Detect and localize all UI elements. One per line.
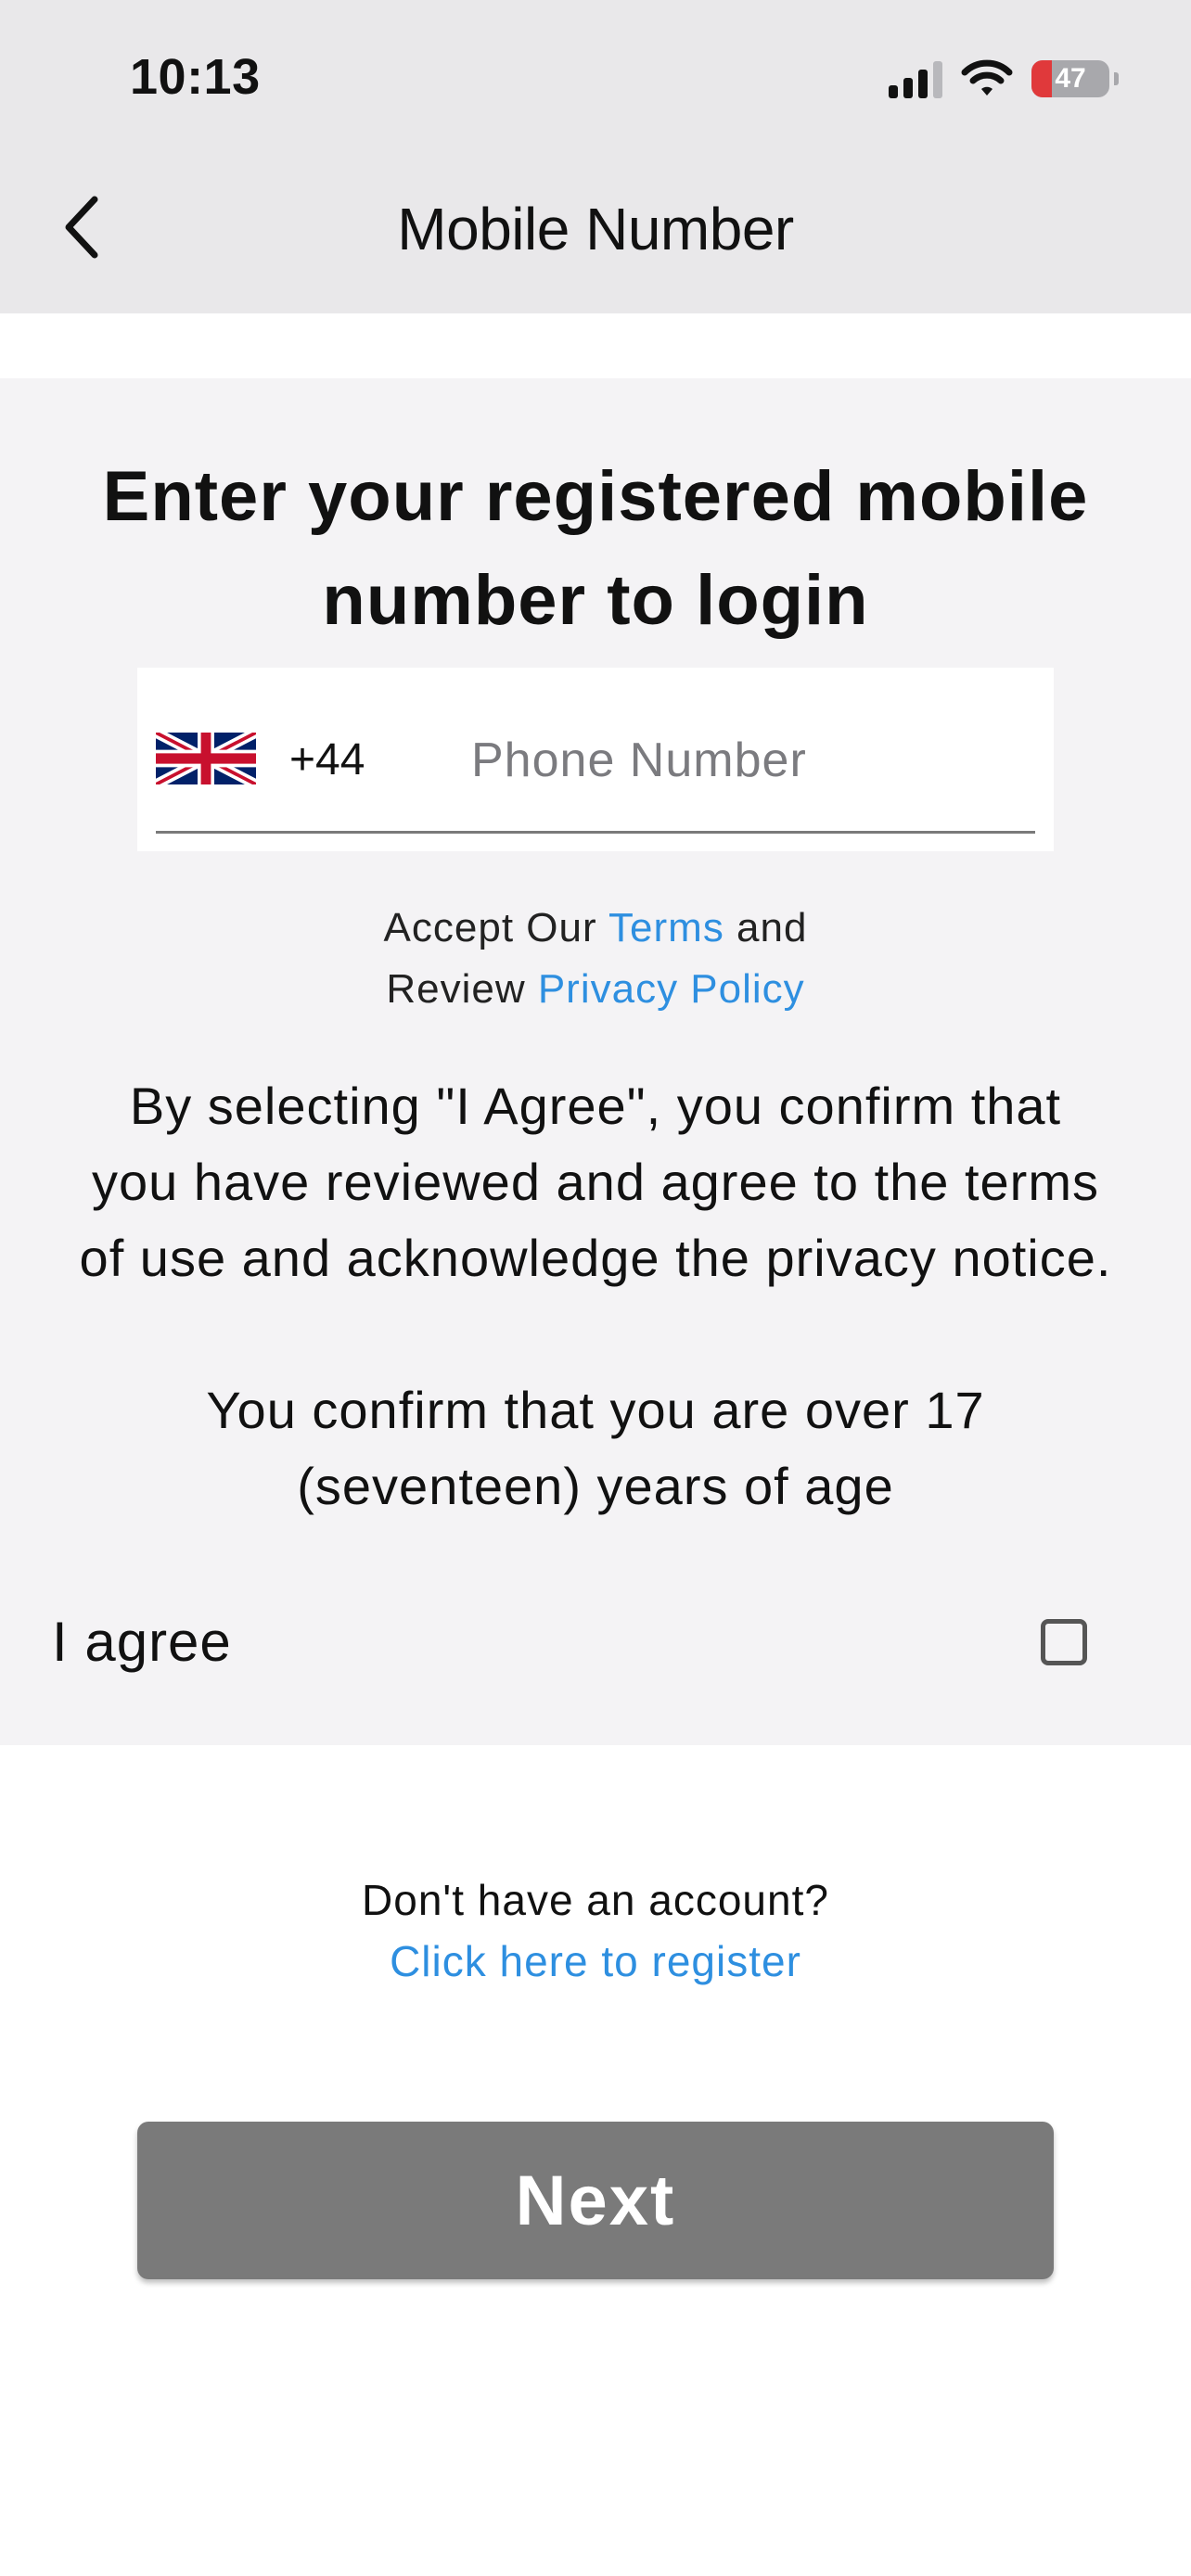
age-line1: You confirm that you are over 17: [206, 1381, 985, 1439]
terms-line: Accept Our Terms and: [0, 898, 1191, 959]
phone-number-input[interactable]: [471, 723, 1018, 797]
cellular-signal-icon: [889, 59, 942, 98]
country-code[interactable]: +44: [289, 734, 365, 785]
consent-line3: of use and acknowledge the privacy notic…: [79, 1229, 1112, 1287]
battery-icon: 47: [1031, 60, 1119, 97]
app-header: 10:13 47 Mobile Number: [0, 0, 1191, 313]
next-button[interactable]: Next: [137, 2122, 1054, 2279]
privacy-policy-link[interactable]: Privacy Policy: [538, 966, 805, 1012]
page-title: Mobile Number: [397, 196, 794, 262]
uk-flag-icon[interactable]: [156, 733, 256, 784]
phone-input-underline: [156, 831, 1035, 834]
status-time: 10:13: [130, 49, 261, 105]
age-confirmation-text: You confirm that you are over 17 (sevent…: [0, 1372, 1191, 1524]
wifi-icon: [961, 59, 1013, 96]
battery-level: 47: [1055, 63, 1086, 94]
register-link[interactable]: Click here to register: [0, 1936, 1191, 1986]
consent-line1: By selecting "I Agree", you confirm that: [129, 1077, 1062, 1135]
status-icons: 47: [889, 56, 1119, 102]
register-question: Don't have an account?: [362, 1876, 829, 1924]
agree-label[interactable]: I agree: [52, 1610, 232, 1674]
consent-text: By selecting "I Agree", you confirm that…: [0, 1068, 1191, 1296]
terms-link[interactable]: Terms: [608, 905, 724, 950]
phone-field-container: +44: [137, 668, 1054, 851]
consent-line2: you have reviewed and agree to the terms: [92, 1153, 1099, 1211]
login-heading-line2: number to login: [322, 561, 869, 640]
agree-checkbox[interactable]: [1041, 1619, 1087, 1665]
privacy-line: Review Privacy Policy: [0, 959, 1191, 1020]
login-heading: Enter your registered mobile number to l…: [0, 445, 1191, 653]
login-heading-line1: Enter your registered mobile: [102, 457, 1089, 536]
terms-notice: Accept Our Terms and Review Privacy Poli…: [0, 898, 1191, 1020]
age-line2: (seventeen) years of age: [297, 1457, 894, 1515]
privacy-prefix: Review: [386, 966, 538, 1012]
terms-and: and: [724, 905, 808, 950]
terms-prefix: Accept Our: [383, 905, 609, 950]
